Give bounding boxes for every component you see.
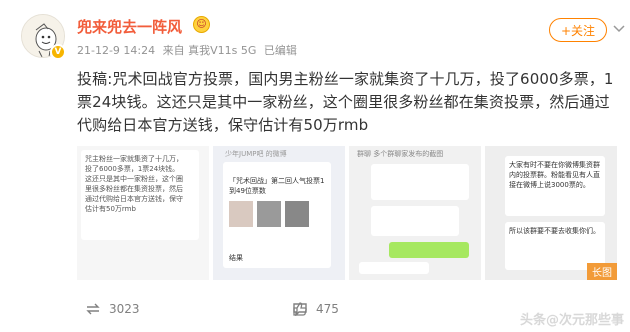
chat-bubble xyxy=(371,206,459,236)
like-button[interactable]: 475 xyxy=(292,302,339,316)
chat-bubble xyxy=(359,262,429,274)
username[interactable]: 兜来兜去一阵风 xyxy=(77,16,182,37)
thumbnail-photo-2 xyxy=(257,201,281,227)
thumbnail-photo-1 xyxy=(229,201,253,227)
image-thumbnail-4[interactable]: 大家有时不要在你微博集资群内的投票群。粉能看见有人直接在微博上说3000票的。 … xyxy=(485,146,617,280)
image-gallery: 咒主粉丝一家就集资了十几万，投了6000多票，1票24块钱。这还只是其中一家粉丝… xyxy=(77,146,617,280)
thumbnail-1-text: 咒主粉丝一家就集资了十几万，投了6000多票，1票24块钱。这还只是其中一家粉丝… xyxy=(85,155,183,213)
thumbnail-2-title: 「咒术回战」第二回人气投票1到49位票数 xyxy=(229,177,325,195)
chat-bubble xyxy=(371,164,469,200)
post-text: 投稿:咒术回战官方投票，国内男主粉丝一家就集资了十几万，投了6000多票，1票2… xyxy=(77,70,614,134)
post-date[interactable]: 21-12-9 14:24 xyxy=(77,44,155,57)
thumbs-up-icon xyxy=(293,302,307,316)
thumbnail-4-text-1: 大家有时不要在你微博集资群内的投票群。粉能看见有人直接在微博上说3000票的。 xyxy=(509,161,600,189)
post-source: 来自 真我V11s 5G xyxy=(162,44,257,57)
verified-badge-icon: V xyxy=(50,44,66,60)
repost-icon xyxy=(86,303,100,315)
like-count: 475 xyxy=(316,302,339,316)
image-thumbnail-2[interactable]: 少年JUMP吧 的微博 「咒术回战」第二回人气投票1到49位票数 结果 xyxy=(213,146,345,280)
more-options-icon[interactable] xyxy=(613,22,625,36)
image-thumbnail-1[interactable]: 咒主粉丝一家就集资了十几万，投了6000多票，1票24块钱。这还只是其中一家粉丝… xyxy=(77,146,209,280)
member-badge-icon[interactable]: ☺ xyxy=(193,16,210,33)
thumbnail-photo-3 xyxy=(285,201,309,227)
thumbnail-2-header: 少年JUMP吧 的微博 xyxy=(225,150,287,158)
long-image-label: 长图 xyxy=(587,263,617,280)
post-meta: 21-12-9 14:24 来自 真我V11s 5G 已编辑 xyxy=(77,42,297,58)
repost-button[interactable]: 3023 xyxy=(85,302,140,316)
chat-bubble-green xyxy=(389,242,469,258)
post-edited[interactable]: 已编辑 xyxy=(264,44,297,57)
follow-button[interactable]: +关注 xyxy=(549,18,607,42)
thumbnail-3-header: 群聊 多个群聊家发布的截图 xyxy=(357,150,444,158)
image-thumbnail-3[interactable]: 群聊 多个群聊家发布的截图 xyxy=(349,146,481,280)
watermark: 头条@次元那些事 xyxy=(519,313,624,328)
thumbnail-2-footer: 结果 xyxy=(229,254,243,262)
repost-count: 3023 xyxy=(109,302,140,316)
thumbnail-4-text-2: 所以该群要不要去收集你们。 xyxy=(509,227,600,235)
